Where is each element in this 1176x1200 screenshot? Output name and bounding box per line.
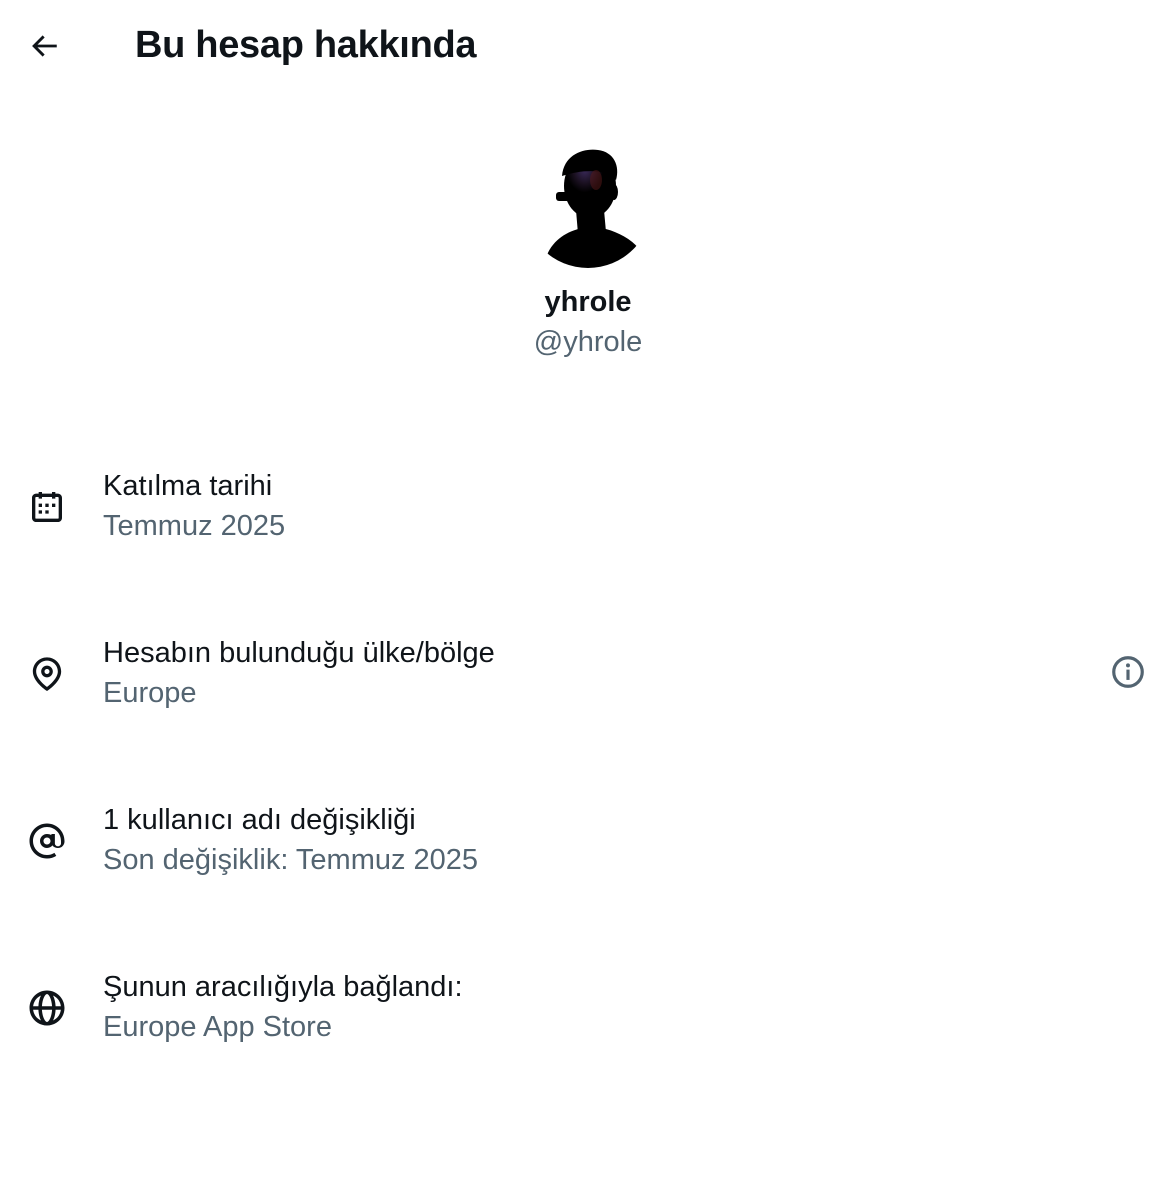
- country-value: Europe: [103, 677, 197, 709]
- info-row-country: Hesabın bulunduğu ülke/bölge Europe: [0, 623, 1176, 790]
- arrow-left-icon: [32, 35, 57, 57]
- info-row-username-changes: 1 kullanıcı adı değişikliği Son değişikl…: [0, 790, 1176, 957]
- info-circle-icon: [1112, 656, 1144, 688]
- username-changes-value: Son değişiklik: Temmuz 2025: [103, 844, 479, 876]
- username-handle: @yhrole: [533, 326, 643, 358]
- join-date-value: Temmuz 2025: [103, 510, 286, 542]
- calendar-icon: [24, 484, 70, 530]
- username-changes-label: 1 kullanıcı adı değişikliği: [103, 804, 416, 836]
- avatar-silhouette-image: [544, 149, 648, 268]
- profile-section: yhrole @yhrole: [0, 140, 1176, 360]
- info-row-connected-via: Şunun aracılığıyla bağlandı: Europe App …: [0, 957, 1176, 1124]
- avatar[interactable]: [524, 140, 652, 268]
- page-title: Bu hesap hakkında: [135, 24, 477, 66]
- account-info-list: Katılma tarihi Temmuz 2025 Hesabın bulun…: [0, 456, 1176, 1124]
- connected-via-value: Europe App Store: [103, 1011, 332, 1043]
- display-name: yhrole: [544, 286, 632, 318]
- top-bar: Bu hesap hakkında: [0, 0, 1176, 92]
- globe-icon: [24, 985, 70, 1031]
- location-pin-icon: [24, 651, 70, 697]
- info-row-join-date: Katılma tarihi Temmuz 2025: [0, 456, 1176, 623]
- country-info-button[interactable]: [1108, 652, 1148, 692]
- connected-via-label: Şunun aracılığıyla bağlandı:: [103, 971, 463, 1003]
- back-button[interactable]: [22, 24, 66, 68]
- join-date-label: Katılma tarihi: [103, 470, 273, 502]
- at-sign-icon: [24, 818, 70, 864]
- country-label: Hesabın bulunduğu ülke/bölge: [103, 637, 495, 669]
